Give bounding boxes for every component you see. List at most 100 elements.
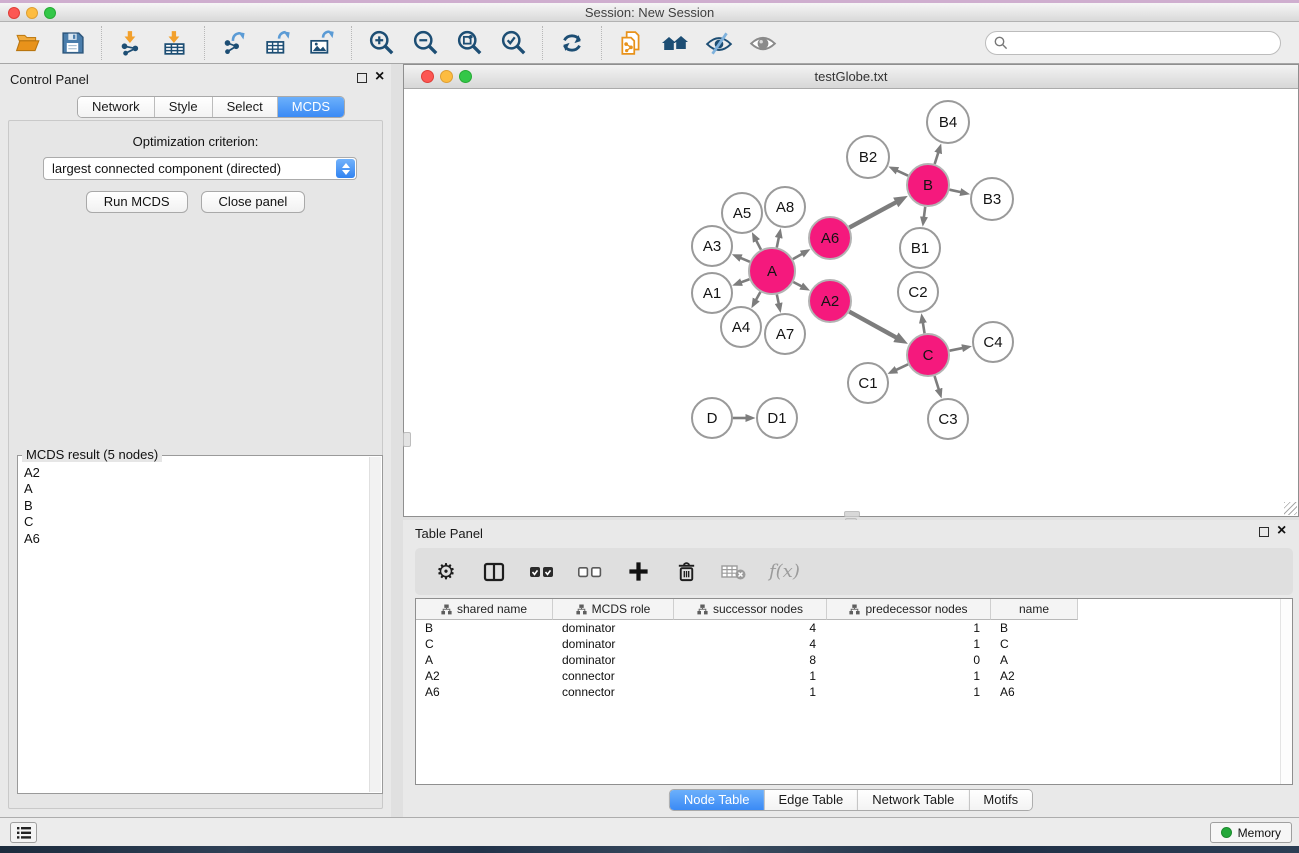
tab-node-table[interactable]: Node Table: [670, 790, 765, 810]
network-window-titlebar[interactable]: testGlobe.txt: [404, 65, 1298, 89]
select-all-columns-button[interactable]: [529, 559, 555, 585]
export-network-button[interactable]: [220, 29, 248, 57]
table-panel-title: Table Panel: [415, 526, 483, 541]
show-panel-button[interactable]: [749, 29, 777, 57]
trash-icon: [675, 560, 698, 583]
zoom-in-button[interactable]: [367, 29, 395, 57]
close-panel-button[interactable]: Close panel: [201, 191, 306, 213]
graph-edge-A6-B[interactable]: [849, 202, 896, 227]
column-header-name[interactable]: name: [991, 599, 1078, 620]
unchecked-boxes-icon: [577, 561, 603, 583]
column-header-successor-nodes[interactable]: successor nodes: [674, 599, 827, 620]
zoom-network-window-button[interactable]: [459, 70, 472, 83]
network-vertical-scrollbar[interactable]: [403, 432, 411, 447]
table-cell: B: [416, 620, 553, 636]
refresh-layout-button[interactable]: [558, 29, 586, 57]
graph-edge-C-C4[interactable]: [950, 348, 963, 351]
graph-node-label: B: [923, 177, 933, 194]
graph-edge-B-B1[interactable]: [924, 207, 925, 217]
graph-edge-A-A3[interactable]: [741, 258, 750, 262]
tab-network[interactable]: Network: [78, 97, 155, 117]
graph-edge-A-A8[interactable]: [777, 237, 779, 247]
export-image-button[interactable]: [308, 29, 336, 57]
zoom-fit-button[interactable]: [455, 29, 483, 57]
tab-motifs[interactable]: Motifs: [969, 790, 1032, 810]
export-table-button[interactable]: [264, 29, 292, 57]
table-row[interactable]: A2connector11A2: [416, 668, 1292, 684]
close-table-panel-icon[interactable]: ×: [1277, 522, 1286, 540]
graph-nodes: B4B2BB3A5A8A6A3AB1A1C2A2A4A7CC4C1C3DD1: [692, 101, 1013, 439]
search-input[interactable]: [985, 31, 1281, 55]
tab-network-table[interactable]: Network Table: [858, 790, 969, 810]
mcds-result-item[interactable]: B: [24, 498, 369, 514]
task-history-button[interactable]: [10, 822, 37, 843]
table-cell: A2: [991, 668, 1078, 684]
window-resize-grip[interactable]: [1284, 502, 1297, 515]
mcds-result-item[interactable]: A6: [24, 531, 369, 547]
table-row[interactable]: A6connector11A6: [416, 684, 1292, 700]
show-networks-button[interactable]: [661, 29, 689, 57]
graph-edge-C-C2[interactable]: [923, 323, 925, 334]
float-table-panel-icon[interactable]: [1259, 527, 1269, 537]
graph-edge-B-B3[interactable]: [949, 190, 960, 192]
table-row[interactable]: Adominator80A: [416, 652, 1292, 668]
run-mcds-button[interactable]: Run MCDS: [86, 191, 188, 213]
mcds-result-item[interactable]: A2: [24, 465, 369, 481]
table-settings-button[interactable]: ⚙: [433, 559, 459, 585]
tab-mcds[interactable]: MCDS: [278, 97, 344, 117]
minimize-window-button[interactable]: [26, 7, 38, 19]
zoom-out-button[interactable]: [411, 29, 439, 57]
table-row[interactable]: Cdominator41C: [416, 636, 1292, 652]
delete-table-button[interactable]: [721, 559, 747, 585]
graph-edge-A-A4[interactable]: [756, 292, 760, 300]
column-header-MCDS-role[interactable]: MCDS role: [553, 599, 674, 620]
window-titlebar[interactable]: Session: New Session: [0, 3, 1299, 22]
zoom-window-button[interactable]: [44, 7, 56, 19]
add-column-button[interactable]: [625, 559, 651, 585]
zoom-out-icon: [412, 29, 439, 56]
close-window-button[interactable]: [8, 7, 20, 19]
table-row[interactable]: Bdominator41B: [416, 620, 1292, 636]
deselect-all-columns-button[interactable]: [577, 559, 603, 585]
graph-edge-A-A5[interactable]: [756, 241, 761, 250]
memory-button[interactable]: Memory: [1210, 822, 1292, 843]
graph-edge-B-B4[interactable]: [935, 152, 939, 164]
hide-panel-button[interactable]: [705, 29, 733, 57]
float-panel-icon[interactable]: [357, 73, 367, 83]
table-tabs: Node TableEdge TableNetwork TableMotifs: [669, 789, 1033, 811]
toggle-column-view-button[interactable]: [481, 559, 507, 585]
graph-edge-A-A1[interactable]: [741, 279, 749, 282]
mcds-list-scrollbar[interactable]: [369, 457, 381, 792]
table-cell: A6: [991, 684, 1078, 700]
tab-edge-table[interactable]: Edge Table: [764, 790, 858, 810]
graph-edge-C-C1[interactable]: [896, 364, 908, 370]
criterion-select[interactable]: largest connected component (directed): [43, 157, 357, 180]
network-canvas[interactable]: B4B2BB3A5A8A6A3AB1A1C2A2A4A7CC4C1C3DD1: [404, 89, 1298, 516]
import-table-button[interactable]: [161, 29, 189, 57]
network-horizontal-scrollbar[interactable]: [844, 511, 860, 517]
graph-edge-A-A6[interactable]: [793, 254, 802, 259]
delete-column-button[interactable]: [673, 559, 699, 585]
graph-edge-B-B2[interactable]: [897, 171, 908, 176]
save-session-button[interactable]: [58, 29, 86, 57]
column-header-shared-name[interactable]: shared name: [416, 599, 553, 620]
table-scrollbar[interactable]: [1280, 599, 1292, 784]
mcds-result-item[interactable]: C: [24, 514, 369, 530]
tab-style[interactable]: Style: [155, 97, 213, 117]
close-panel-icon[interactable]: ×: [375, 68, 384, 86]
close-network-window-button[interactable]: [421, 70, 434, 83]
graph-edge-A2-C[interactable]: [849, 312, 896, 338]
open-session-button[interactable]: [14, 29, 42, 57]
graph-edge-A-A7[interactable]: [777, 295, 779, 304]
column-header-predecessor-nodes[interactable]: predecessor nodes: [827, 599, 991, 620]
tab-select[interactable]: Select: [213, 97, 278, 117]
mcds-result-item[interactable]: A: [24, 481, 369, 497]
graph-edge-C-C3[interactable]: [935, 376, 939, 389]
zoom-selected-button[interactable]: [499, 29, 527, 57]
duplicate-network-button[interactable]: [617, 29, 645, 57]
import-network-button[interactable]: [117, 29, 145, 57]
minimize-network-window-button[interactable]: [440, 70, 453, 83]
function-builder-button[interactable]: f(x): [769, 559, 800, 585]
network-view-window: testGlobe.txt B4B2BB3A5A8A6A3AB1A1C2A2A4…: [403, 64, 1299, 517]
graph-edge-A-A2[interactable]: [793, 282, 801, 286]
